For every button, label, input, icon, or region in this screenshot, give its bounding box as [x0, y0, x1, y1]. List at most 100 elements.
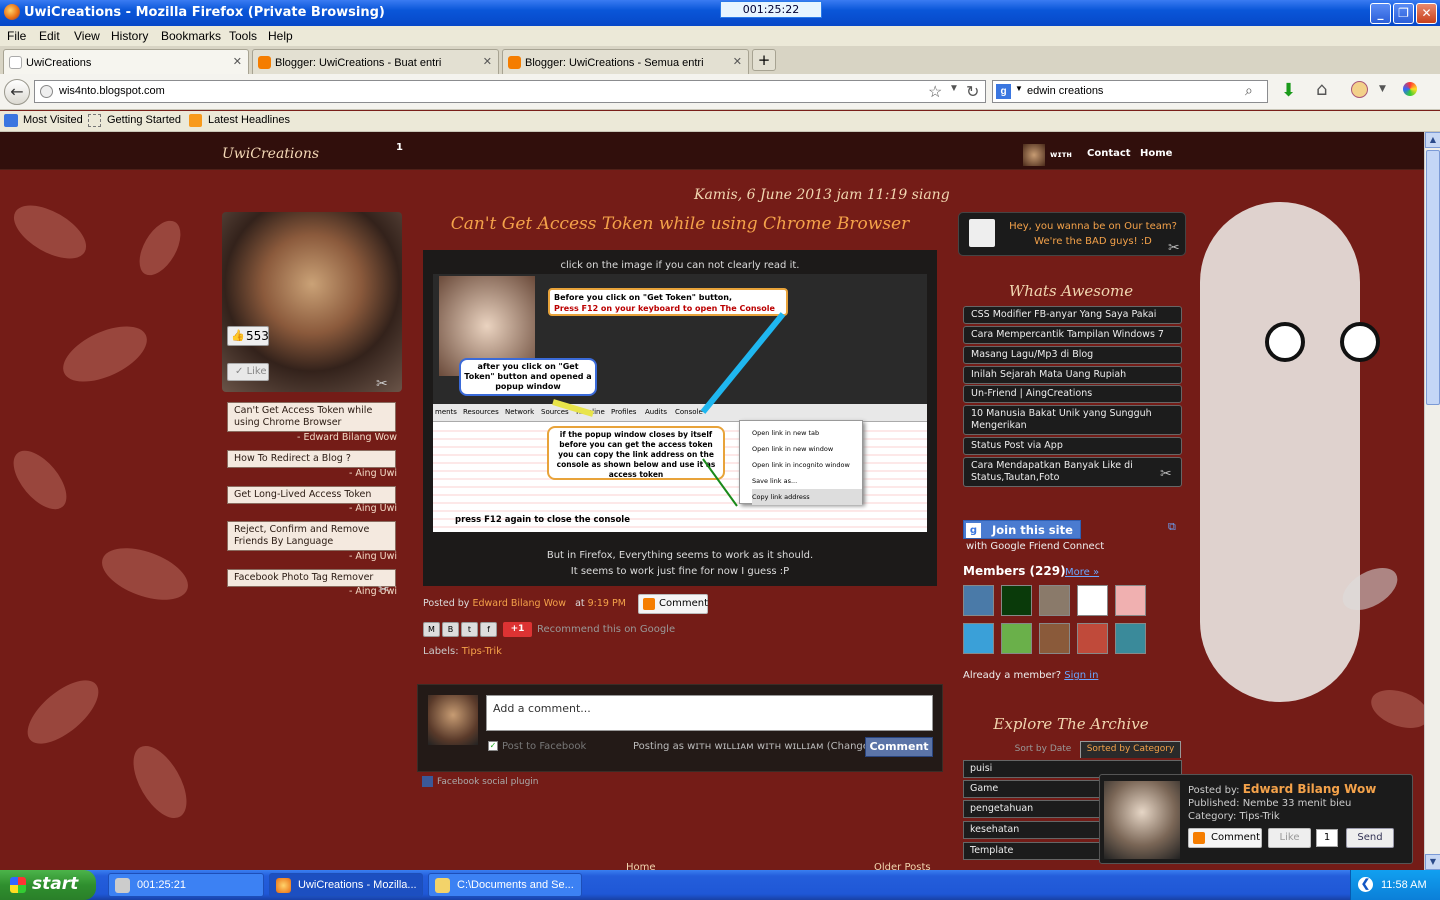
email-share-icon[interactable]: M: [423, 622, 440, 637]
taskbar-item-firefox[interactable]: UwiCreations - Mozilla...: [269, 873, 423, 897]
reload-icon[interactable]: ↻: [966, 82, 979, 102]
post-screenshot-image[interactable]: Before you click on "Get Token" button, …: [433, 274, 927, 532]
bookmark-getting-started[interactable]: Getting Started: [107, 114, 181, 126]
nav-home-link[interactable]: Home: [1140, 148, 1172, 159]
bookmark-most-visited[interactable]: Most Visited: [23, 114, 83, 126]
url-bar[interactable]: wis4nto.blogspot.com ☆ ▼ ↻: [34, 80, 986, 103]
post-title[interactable]: Can't Get Access Token while using Chrom…: [420, 214, 940, 234]
menu-bookmarks[interactable]: Bookmarks: [161, 29, 221, 43]
post-time-link[interactable]: 9:19 PM: [588, 598, 626, 609]
bookmark-latest-headlines[interactable]: Latest Headlines: [208, 114, 290, 126]
popup-comment-button[interactable]: Comment: [1188, 828, 1262, 848]
avatar[interactable]: [1023, 144, 1045, 166]
search-icon[interactable]: ⌕: [1245, 82, 1253, 99]
menu-help[interactable]: Help: [268, 29, 293, 43]
start-button[interactable]: start: [0, 870, 96, 900]
menu-tools[interactable]: Tools: [229, 29, 257, 43]
window-titlebar[interactable]: UwiCreations - Mozilla Firefox (Private …: [0, 0, 1440, 26]
blog-share-icon[interactable]: B: [442, 622, 459, 637]
tab-blogger-semua-entri[interactable]: Blogger: UwiCreations - Semua entri ✕: [502, 49, 749, 74]
popular-post-item[interactable]: Un-Friend | AingCreations: [963, 385, 1182, 403]
home-icon[interactable]: ⌂: [1316, 79, 1327, 100]
google-plus-one-button[interactable]: +1: [503, 622, 532, 637]
sign-in-link[interactable]: Sign in: [1064, 670, 1098, 681]
member-avatar[interactable]: [1001, 623, 1032, 654]
join-site-button[interactable]: g Join this site: [963, 520, 1081, 539]
minimize-button[interactable]: _: [1370, 3, 1391, 24]
popular-post-item[interactable]: Masang Lagu/Mp3 di Blog: [963, 346, 1182, 364]
post-author-link[interactable]: Edward Bilang Wow: [472, 598, 566, 609]
popular-post-item[interactable]: Inilah Sejarah Mata Uang Rupiah: [963, 366, 1182, 384]
comment-button[interactable]: Comment: [638, 594, 708, 614]
extension-icon[interactable]: [1403, 82, 1417, 96]
popout-icon[interactable]: ⧉: [1168, 520, 1176, 534]
member-avatar[interactable]: [1115, 623, 1146, 654]
menu-edit[interactable]: Edit: [39, 29, 60, 43]
facebook-plugin-credit[interactable]: Facebook social plugin: [422, 776, 539, 787]
tools-icon[interactable]: ✂: [376, 376, 388, 392]
scrollbar-thumb[interactable]: [1426, 150, 1440, 405]
tab-uwicreations[interactable]: UwiCreations ✕: [3, 49, 249, 74]
nav-user-name[interactable]: wɪᴛʜ: [1050, 150, 1072, 159]
addon-icon[interactable]: [1351, 81, 1368, 98]
download-icon[interactable]: ⬇: [1281, 80, 1296, 101]
scroll-up-icon[interactable]: ▲: [1425, 132, 1440, 148]
team-message[interactable]: Hey, you wanna be on Our team? We're the…: [1003, 219, 1183, 249]
addon-dropdown-icon[interactable]: ▼: [1379, 84, 1386, 94]
menu-view[interactable]: View: [74, 29, 100, 43]
member-avatar[interactable]: [1001, 585, 1032, 616]
search-input[interactable]: g ▼ edwin creations ⌕: [992, 80, 1268, 103]
close-button[interactable]: ✕: [1416, 3, 1437, 24]
menu-history[interactable]: History: [111, 29, 148, 43]
popular-post-item[interactable]: Status Post via App: [963, 437, 1182, 455]
member-avatar[interactable]: [1039, 623, 1070, 654]
sort-by-date-tab[interactable]: Sort by Date: [1010, 741, 1076, 758]
taskbar-item-explorer[interactable]: C:\Documents and Se...: [428, 873, 582, 897]
scroll-down-icon[interactable]: ▼: [1425, 854, 1440, 870]
tools-icon[interactable]: ✂: [1168, 240, 1180, 256]
close-tab-icon[interactable]: ✕: [733, 55, 742, 68]
like-button[interactable]: ✓ Like: [227, 363, 269, 381]
popup-author-link[interactable]: Edward Bilang Wow: [1243, 782, 1377, 796]
comment-input[interactable]: Add a comment...: [486, 695, 933, 731]
member-avatar[interactable]: [1077, 585, 1108, 616]
home-link[interactable]: Home: [626, 862, 656, 870]
popup-like-button[interactable]: Like: [1268, 828, 1311, 848]
bookmark-star-icon[interactable]: ☆: [928, 82, 942, 102]
member-avatar[interactable]: [1115, 585, 1146, 616]
more-members-link[interactable]: More »: [1065, 567, 1099, 578]
twitter-share-icon[interactable]: t: [461, 622, 478, 637]
blog-brand[interactable]: UwiCreations: [222, 146, 319, 162]
nav-contact-link[interactable]: Contact: [1087, 148, 1131, 159]
label-link[interactable]: Tips-Trik: [462, 646, 502, 657]
back-button[interactable]: ←: [4, 79, 30, 105]
facebook-share-icon[interactable]: f: [480, 622, 497, 637]
recent-post-item[interactable]: Reject, Confirm and Remove Friends By La…: [227, 521, 396, 551]
popup-send-button[interactable]: Send: [1346, 828, 1394, 848]
member-avatar[interactable]: [1039, 585, 1070, 616]
older-posts-link[interactable]: Older Posts: [874, 862, 931, 870]
dropdown-icon[interactable]: ▼: [949, 83, 959, 94]
recent-post-item[interactable]: How To Redirect a Blog ?: [227, 450, 396, 468]
post-to-facebook-checkbox[interactable]: ✓: [488, 741, 498, 751]
popular-post-item[interactable]: Cara Mendapatkan Banyak Like di Status,T…: [963, 457, 1182, 487]
vertical-scrollbar[interactable]: ▲ ▼: [1424, 132, 1440, 870]
restore-button[interactable]: ❐: [1393, 3, 1414, 24]
popular-post-item[interactable]: 10 Manusia Bakat Unik yang Sungguh Menge…: [963, 405, 1182, 435]
member-avatar[interactable]: [963, 623, 994, 654]
recent-post-item[interactable]: Can't Get Access Token while using Chrom…: [227, 402, 396, 432]
tray-arrow-icon[interactable]: ❮: [1358, 877, 1373, 892]
tab-blogger-buat-entri[interactable]: Blogger: UwiCreations - Buat entri ✕: [252, 49, 499, 74]
tools-icon[interactable]: ✂: [1160, 466, 1172, 482]
fb-comment-button[interactable]: Comment: [865, 737, 933, 757]
popular-post-item[interactable]: Cara Mempercantik Tampilan Windows 7: [963, 326, 1182, 344]
member-avatar[interactable]: [1077, 623, 1108, 654]
member-avatar[interactable]: [963, 585, 994, 616]
close-tab-icon[interactable]: ✕: [233, 55, 242, 68]
recent-post-item[interactable]: Get Long-Lived Access Token: [227, 486, 396, 504]
menu-file[interactable]: File: [7, 29, 26, 43]
new-tab-button[interactable]: +: [752, 49, 776, 71]
search-engine-dropdown-icon[interactable]: ▼: [1015, 84, 1023, 93]
tools-icon[interactable]: ✂: [378, 582, 390, 598]
popular-post-item[interactable]: CSS Modifier FB-anyar Yang Saya Pakai: [963, 306, 1182, 324]
